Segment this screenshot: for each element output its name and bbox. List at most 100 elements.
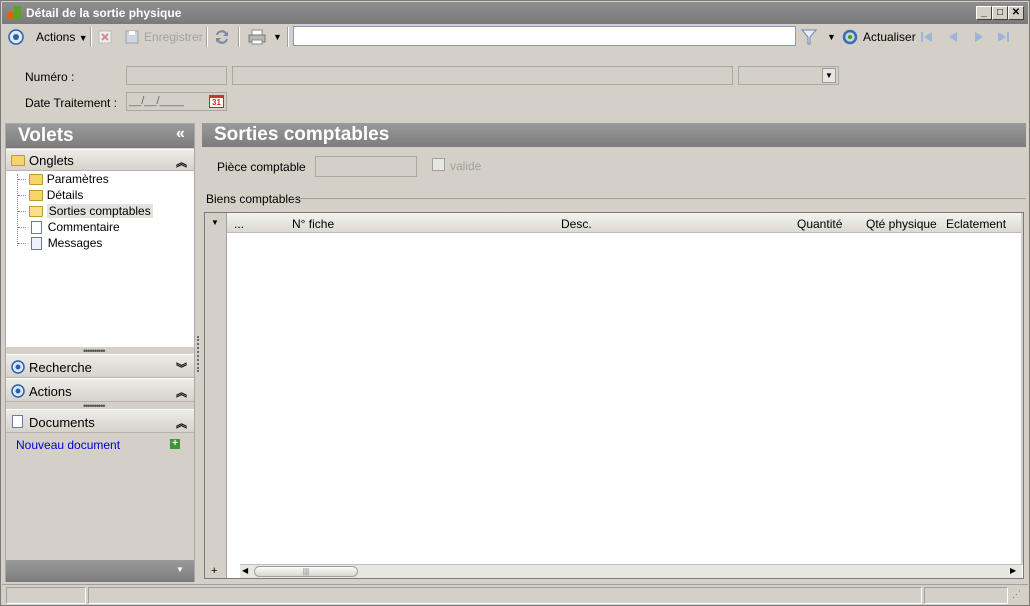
filter-dropdown-arrow-icon[interactable]: ▼ (827, 32, 836, 42)
date-label: Date Traitement : (25, 96, 118, 110)
maximize-button[interactable]: □ (992, 6, 1008, 20)
toolbar-separator (238, 27, 240, 47)
document-icon (31, 221, 43, 235)
calendar-icon[interactable]: 31 (209, 95, 224, 108)
first-record-icon[interactable] (920, 30, 934, 44)
chevron-down-icon[interactable]: ▼ (822, 68, 836, 83)
minimize-button[interactable]: _ (976, 6, 992, 20)
add-row-icon[interactable]: + (211, 565, 217, 577)
toolbar-separator (287, 27, 289, 47)
print-dropdown-arrow-icon[interactable]: ▼ (273, 32, 282, 42)
column-header-eclatement[interactable]: Eclatement (946, 217, 1006, 231)
search-input[interactable] (293, 26, 796, 46)
actions-menu-button[interactable]: Actions ▼ (36, 28, 88, 46)
grid-right-edge (1021, 213, 1023, 565)
refresh-button[interactable]: Actualiser (863, 28, 916, 46)
main-header: Sorties comptables (202, 123, 1026, 147)
tree-item-commentaire[interactable]: Commentaire (18, 219, 120, 235)
tree-item-sorties-comptables[interactable]: Sorties comptables (18, 203, 153, 219)
status-panel (88, 587, 922, 604)
documents-title: Documents (29, 415, 95, 430)
add-icon[interactable]: + (170, 439, 180, 449)
chevron-up-icon[interactable]: ︽ (176, 154, 187, 170)
tree-branch (18, 179, 26, 181)
numero-type-select[interactable]: ▼ (738, 66, 839, 85)
open-folder-icon (29, 206, 44, 218)
valide-label: valide (450, 159, 482, 173)
column-header-qte-physique[interactable]: Qté physique (866, 217, 937, 231)
navigation-circle-icon[interactable] (8, 29, 24, 45)
last-record-icon[interactable] (996, 30, 1010, 44)
page-title: Sorties comptables (214, 124, 390, 145)
tree-item-label: Messages (47, 236, 103, 250)
close-button[interactable]: ✕ (1008, 6, 1024, 20)
collapse-panel-icon[interactable]: « (176, 125, 185, 143)
tree-item-messages[interactable]: Messages (18, 235, 102, 251)
tree-item-label-selected: Sorties comptables (46, 204, 153, 218)
piece-comptable-label: Pièce comptable (217, 160, 306, 174)
volets-title: Volets (18, 125, 74, 146)
onglets-section-header[interactable]: Onglets ︽ (6, 149, 194, 171)
onglets-tree: Paramètres Détails Sorties comptables Co… (6, 171, 194, 347)
column-chooser-arrow-icon[interactable]: ▼ (211, 218, 219, 227)
footer-dropdown-arrow-icon[interactable]: ▼ (176, 565, 184, 574)
delete-icon[interactable] (98, 30, 112, 44)
actions-section-header[interactable]: Actions ︽ (6, 378, 194, 402)
numero-description-field[interactable] (232, 66, 733, 85)
column-header-no-fiche[interactable]: N° fiche (292, 217, 334, 231)
scroll-left-arrow-icon[interactable]: ◀ (242, 566, 248, 575)
scroll-thumb[interactable]: ||| (254, 566, 358, 577)
valide-checkbox[interactable] (432, 158, 445, 171)
date-field[interactable]: __/__/____ 31 (126, 92, 227, 111)
folder-icon (29, 190, 44, 202)
document-icon (31, 237, 43, 251)
recherche-title: Recherche (29, 360, 92, 375)
folder-icon (29, 174, 44, 186)
toolbar-separator (206, 27, 208, 47)
refresh-icon (842, 29, 858, 45)
new-document-link[interactable]: Nouveau document (16, 438, 120, 452)
tree-item-label: Détails (46, 188, 84, 202)
recherche-section-header[interactable]: Recherche ︾ (6, 354, 194, 378)
dropdown-arrow-icon: ▼ (78, 33, 88, 43)
filter-icon[interactable] (800, 28, 818, 46)
actions-menu-label: Actions (36, 30, 76, 44)
scroll-right-arrow-icon[interactable]: ▶ (1010, 566, 1016, 575)
numero-field[interactable] (126, 66, 227, 85)
sync-icon[interactable] (213, 28, 231, 46)
tree-item-details[interactable]: Détails (18, 187, 83, 203)
status-panel (924, 587, 1008, 604)
status-bar: ⋰ (2, 584, 1028, 605)
next-record-icon[interactable] (972, 30, 986, 44)
document-icon (12, 415, 23, 428)
documents-section-header[interactable]: Documents ︽ (6, 409, 194, 433)
chevron-up-icon[interactable]: ︽ (176, 415, 187, 431)
column-header-quantite[interactable]: Quantité (797, 217, 842, 231)
horizontal-scrollbar[interactable]: ◀ ||| ▶ (240, 564, 1022, 578)
date-placeholder: __/__/____ (129, 95, 185, 107)
search-circle-icon (11, 360, 25, 374)
print-icon[interactable] (247, 28, 267, 46)
tree-branch (18, 227, 26, 229)
piece-comptable-field[interactable] (315, 156, 417, 177)
chevron-up-icon[interactable]: ︽ (176, 384, 187, 400)
onglets-title: Onglets (29, 153, 74, 168)
column-header-desc[interactable]: Desc. (561, 217, 592, 231)
app-window: Détail de la sortie physique _ □ ✕ Actio… (0, 0, 1030, 606)
toolbar-separator (90, 27, 92, 47)
resize-grip-icon[interactable]: ⋰ (1012, 589, 1021, 600)
vertical-splitter[interactable] (197, 336, 199, 372)
save-icon (125, 30, 139, 44)
tree-branch (18, 195, 26, 197)
biens-comptables-label: Biens comptables (206, 192, 301, 206)
tree-branch (18, 243, 26, 245)
status-panel (6, 587, 86, 604)
app-logo-icon (7, 6, 21, 20)
column-header-more[interactable]: ... (234, 217, 244, 231)
tree-item-parametres[interactable]: Paramètres (18, 171, 109, 187)
save-button[interactable]: Enregistrer (144, 28, 203, 46)
previous-record-icon[interactable] (946, 30, 960, 44)
title-bar: Détail de la sortie physique _ □ ✕ (2, 2, 1028, 24)
chevron-down-icon[interactable]: ︾ (176, 360, 187, 376)
tree-item-label: Commentaire (47, 220, 120, 234)
